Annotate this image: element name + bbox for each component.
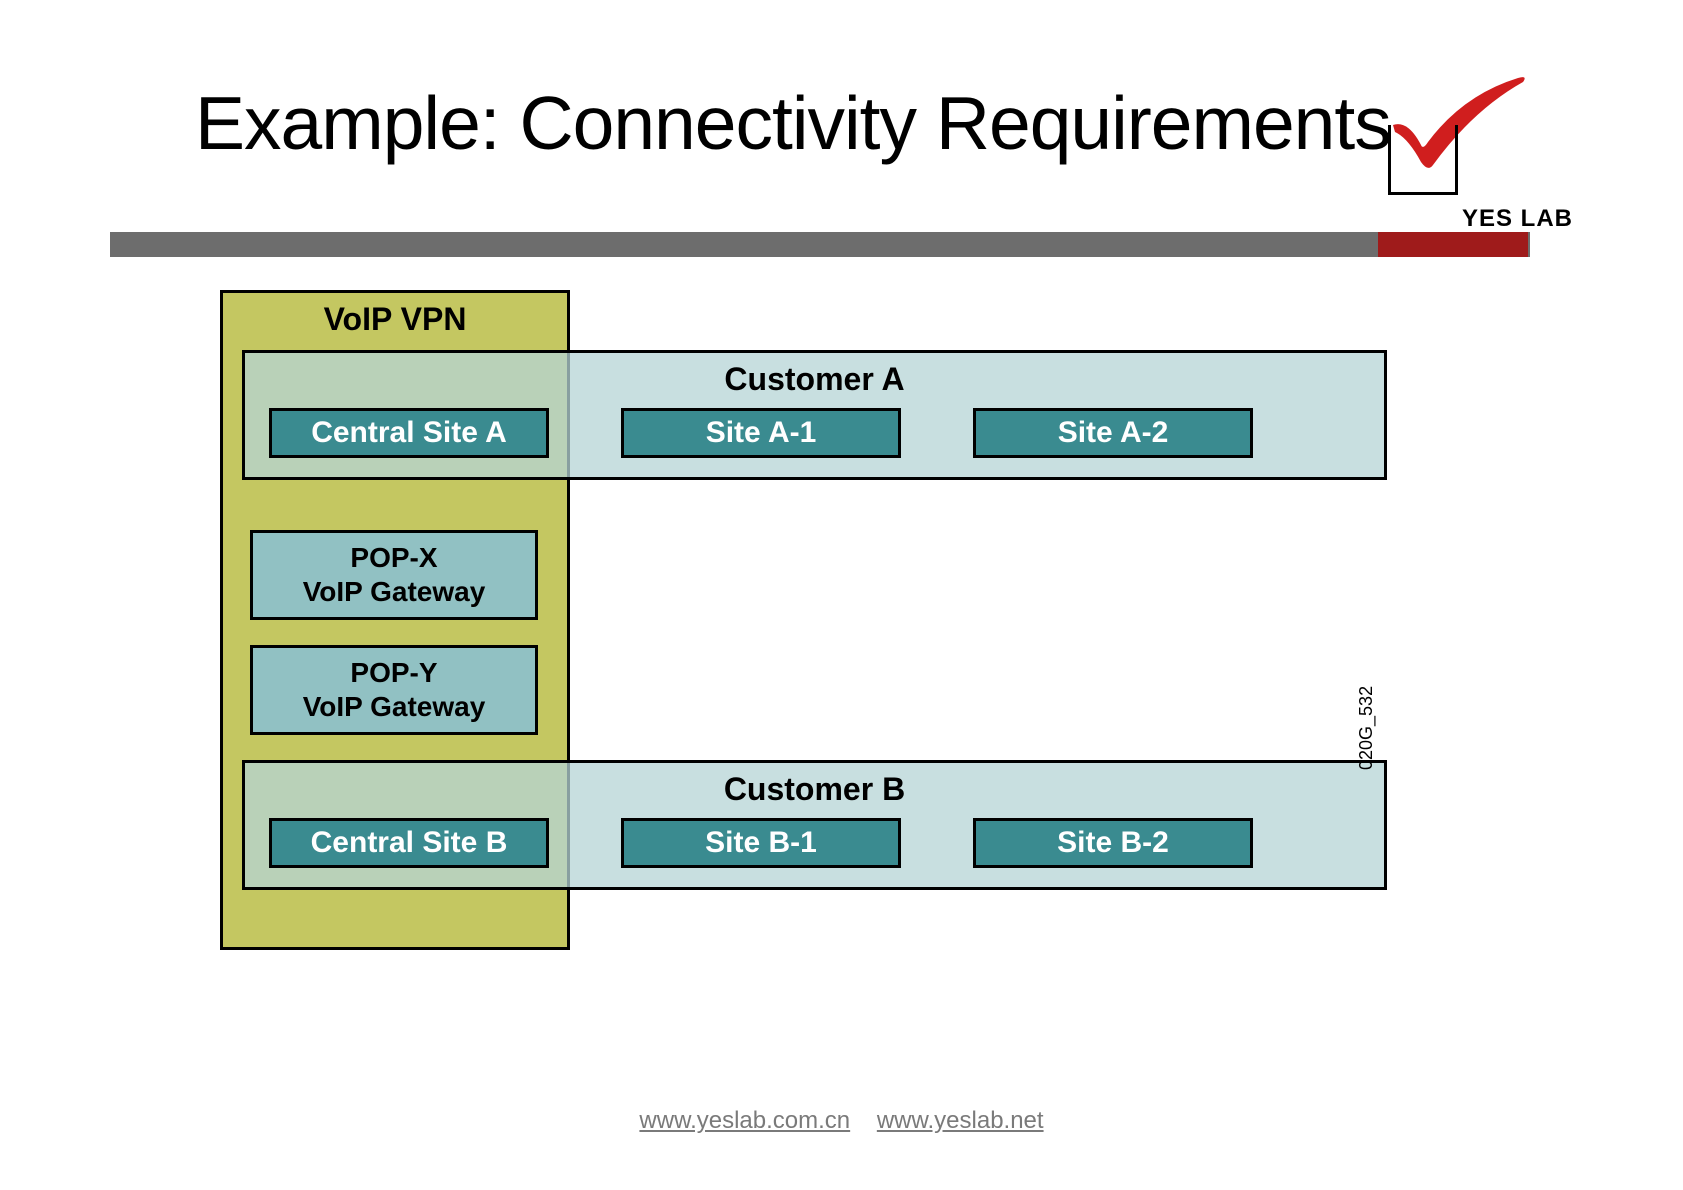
footer-link-2[interactable]: www.yeslab.net (877, 1107, 1044, 1134)
site-a-1: Site A-1 (621, 408, 901, 458)
central-site-a: Central Site A (269, 408, 549, 458)
pop-x-role: VoIP Gateway (303, 575, 486, 609)
customer-a-container: Customer A Central Site A Site A-1 Site … (242, 350, 1387, 480)
pop-y-gateway-box: POP-Y VoIP Gateway (250, 645, 538, 735)
pop-y-name: POP-Y (350, 656, 437, 690)
customer-b-label: Customer B (245, 771, 1384, 808)
pop-y-role: VoIP Gateway (303, 690, 486, 724)
central-site-b: Central Site B (269, 818, 549, 868)
slide-code: 020G_532 (1356, 686, 1377, 770)
title-divider-accent (1378, 232, 1528, 257)
slide-title: Example: Connectivity Requirements (195, 80, 1391, 166)
connectivity-diagram: VoIP VPN POP-X VoIP Gateway POP-Y VoIP G… (220, 290, 1400, 950)
footer-link-1[interactable]: www.yeslab.com.cn (639, 1107, 850, 1134)
customer-b-container: Customer B Central Site B Site B-1 Site … (242, 760, 1387, 890)
customer-a-label: Customer A (245, 361, 1384, 398)
site-a-2: Site A-2 (973, 408, 1253, 458)
customer-a-sites: Central Site A Site A-1 Site A-2 (245, 408, 1384, 458)
title-divider (110, 232, 1530, 257)
pop-x-name: POP-X (350, 541, 437, 575)
logo-box-outline (1388, 125, 1458, 195)
yes-lab-logo: YES LAB (1373, 70, 1523, 210)
site-b-1: Site B-1 (621, 818, 901, 868)
logo-brand-text: YES LAB (1462, 205, 1573, 233)
voip-vpn-label: VoIP VPN (223, 301, 567, 338)
footer-links: www.yeslab.com.cn www.yeslab.net (0, 1107, 1683, 1135)
customer-b-sites: Central Site B Site B-1 Site B-2 (245, 818, 1384, 868)
site-b-2: Site B-2 (973, 818, 1253, 868)
pop-x-gateway-box: POP-X VoIP Gateway (250, 530, 538, 620)
